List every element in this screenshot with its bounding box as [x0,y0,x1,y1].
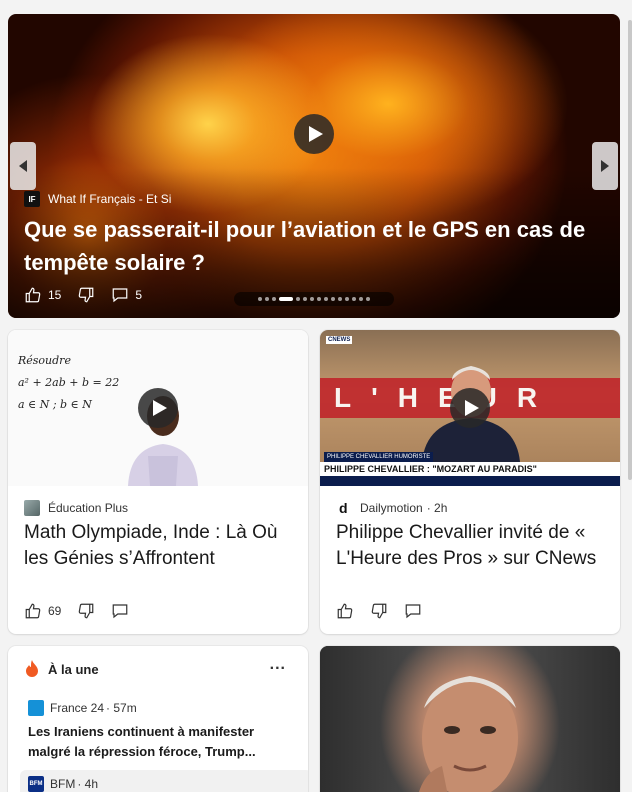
card-title[interactable]: Math Olympiade, Inde : Là Où les Génies … [24,520,296,572]
play-icon[interactable] [138,388,178,428]
france24-logo [28,700,44,716]
carousel-dot[interactable] [310,297,314,301]
like-button[interactable]: 15 [24,286,61,304]
dailymotion-icon: d [339,500,348,516]
carousel-dot[interactable] [279,297,293,301]
bfm-logo: BFM [28,776,44,792]
portrait-figure [418,676,518,792]
chyron-bar: PHILIPPE CHEVALLIER : "MOZART AU PARADIS… [320,462,620,476]
source-logo: IF [24,191,40,207]
whiteboard-line: a² + 2ab + b = 22 [18,376,120,389]
news-source: France 24 · 57m [28,700,288,716]
hero-source[interactable]: IF What If Français - Et Si [24,191,171,207]
carousel-indicator[interactable] [234,292,394,306]
play-icon[interactable] [450,388,490,428]
publish-time: · 2h [426,501,448,515]
comment-icon [405,604,421,619]
flame-icon [26,660,38,677]
carousel-dot[interactable] [352,297,356,301]
article-card-news[interactable]: CNEWS L'HEUR PHILIPPE CHEVALLIER HUMORIS… [320,330,620,634]
source-name: Dailymotion [360,501,423,515]
like-button[interactable] [336,602,354,620]
dislike-button[interactable] [77,602,95,620]
comment-icon [113,604,128,619]
carousel-dot[interactable] [366,297,370,301]
carousel-dot[interactable] [303,297,307,301]
thumbs-up-icon [25,287,41,303]
publish-time: · 4h [77,777,99,791]
carousel-prev-button[interactable] [10,142,36,190]
publish-time: · 57m [106,701,137,715]
play-icon[interactable] [294,114,334,154]
hero-source-name: What If Français - Et Si [48,192,172,206]
whiteboard-line: a ∈ N ; b ∈ N [18,398,92,411]
svg-text:d: d [339,500,348,516]
chyron-tag: PHILIPPE CHEVALLIER HUMORISTE [324,452,434,462]
carousel-dot[interactable] [272,297,276,301]
hero-card[interactable]: IF What If Français - Et Si Que se passe… [8,14,620,318]
top-stories-header[interactable]: À la une [24,660,99,678]
carousel-dot[interactable] [265,297,269,301]
thumbs-down-icon [79,603,94,619]
card-reactions: 69 [24,602,139,620]
like-count: 15 [48,288,62,302]
comment-button[interactable] [404,602,422,620]
card-source[interactable]: d Dailymotion · 2h [336,500,447,516]
carousel-dot[interactable] [317,297,321,301]
thumbs-down-icon [371,603,387,619]
education-plus-logo [24,500,40,516]
card-source[interactable]: Éducation Plus [24,500,128,516]
like-button[interactable]: 69 [24,602,61,620]
comment-button[interactable] [111,602,129,620]
video-thumbnail[interactable]: CNEWS L'HEUR PHILIPPE CHEVALLIER HUMORIS… [320,330,620,486]
top-stories-card[interactable]: À la une ... France 24 · 57m Les Iranien… [8,646,308,792]
portrait-image[interactable] [320,646,620,792]
news-title[interactable]: Les Iraniens continuent à manifester mal… [28,722,288,762]
more-options-button[interactable]: ... [270,656,286,674]
thumbs-up-icon [337,603,353,619]
comment-button[interactable]: 5 [111,286,142,304]
thumbs-up-icon [25,603,41,619]
hero-reactions: 15 5 [24,286,152,304]
carousel-dot[interactable] [345,297,349,301]
carousel-dot[interactable] [324,297,328,301]
carousel-dot[interactable] [296,297,300,301]
hero-title[interactable]: Que se passerait-il pour l’aviation et l… [24,213,614,279]
whiteboard-line: Résoudre [18,354,71,367]
chyron-strip [320,476,620,486]
comment-icon [113,288,128,303]
news-source: BFM BFM · 4h [28,776,98,792]
carousel-dot[interactable] [258,297,262,301]
chevron-right-icon [601,160,609,172]
dislike-button[interactable] [77,286,95,304]
video-thumbnail[interactable]: Résoudre a² + 2ab + b = 22 a ∈ N ; b ∈ N [8,330,308,486]
news-item-highlighted[interactable]: BFM BFM · 4h [20,770,308,792]
carousel-next-button[interactable] [592,142,618,190]
carousel-dot[interactable] [338,297,342,301]
thumbs-down-icon [79,287,94,303]
top-stories-label: À la une [48,661,99,677]
carousel-dot[interactable] [331,297,335,301]
cnews-logo: CNEWS [326,336,353,344]
source-name: Éducation Plus [48,501,129,515]
source-name: France 24 [50,701,105,715]
card-reactions [336,602,432,620]
dislike-button[interactable] [370,602,388,620]
news-item[interactable]: France 24 · 57m Les Iraniens continuent … [28,700,288,762]
thumbnail-whiteboard: Résoudre a² + 2ab + b = 22 a ∈ N ; b ∈ N [18,350,119,416]
comment-count: 5 [135,288,143,302]
page-scrollbar[interactable] [628,20,632,480]
source-name: BFM [50,777,76,791]
carousel-dot[interactable] [359,297,363,301]
like-count: 69 [48,604,62,618]
card-title[interactable]: Philippe Chevallier invité de « L'Heure … [336,520,608,572]
chevron-left-icon [19,160,27,172]
article-card-portrait[interactable] [320,646,620,792]
article-card-math[interactable]: Résoudre a² + 2ab + b = 22 a ∈ N ; b ∈ N… [8,330,308,634]
